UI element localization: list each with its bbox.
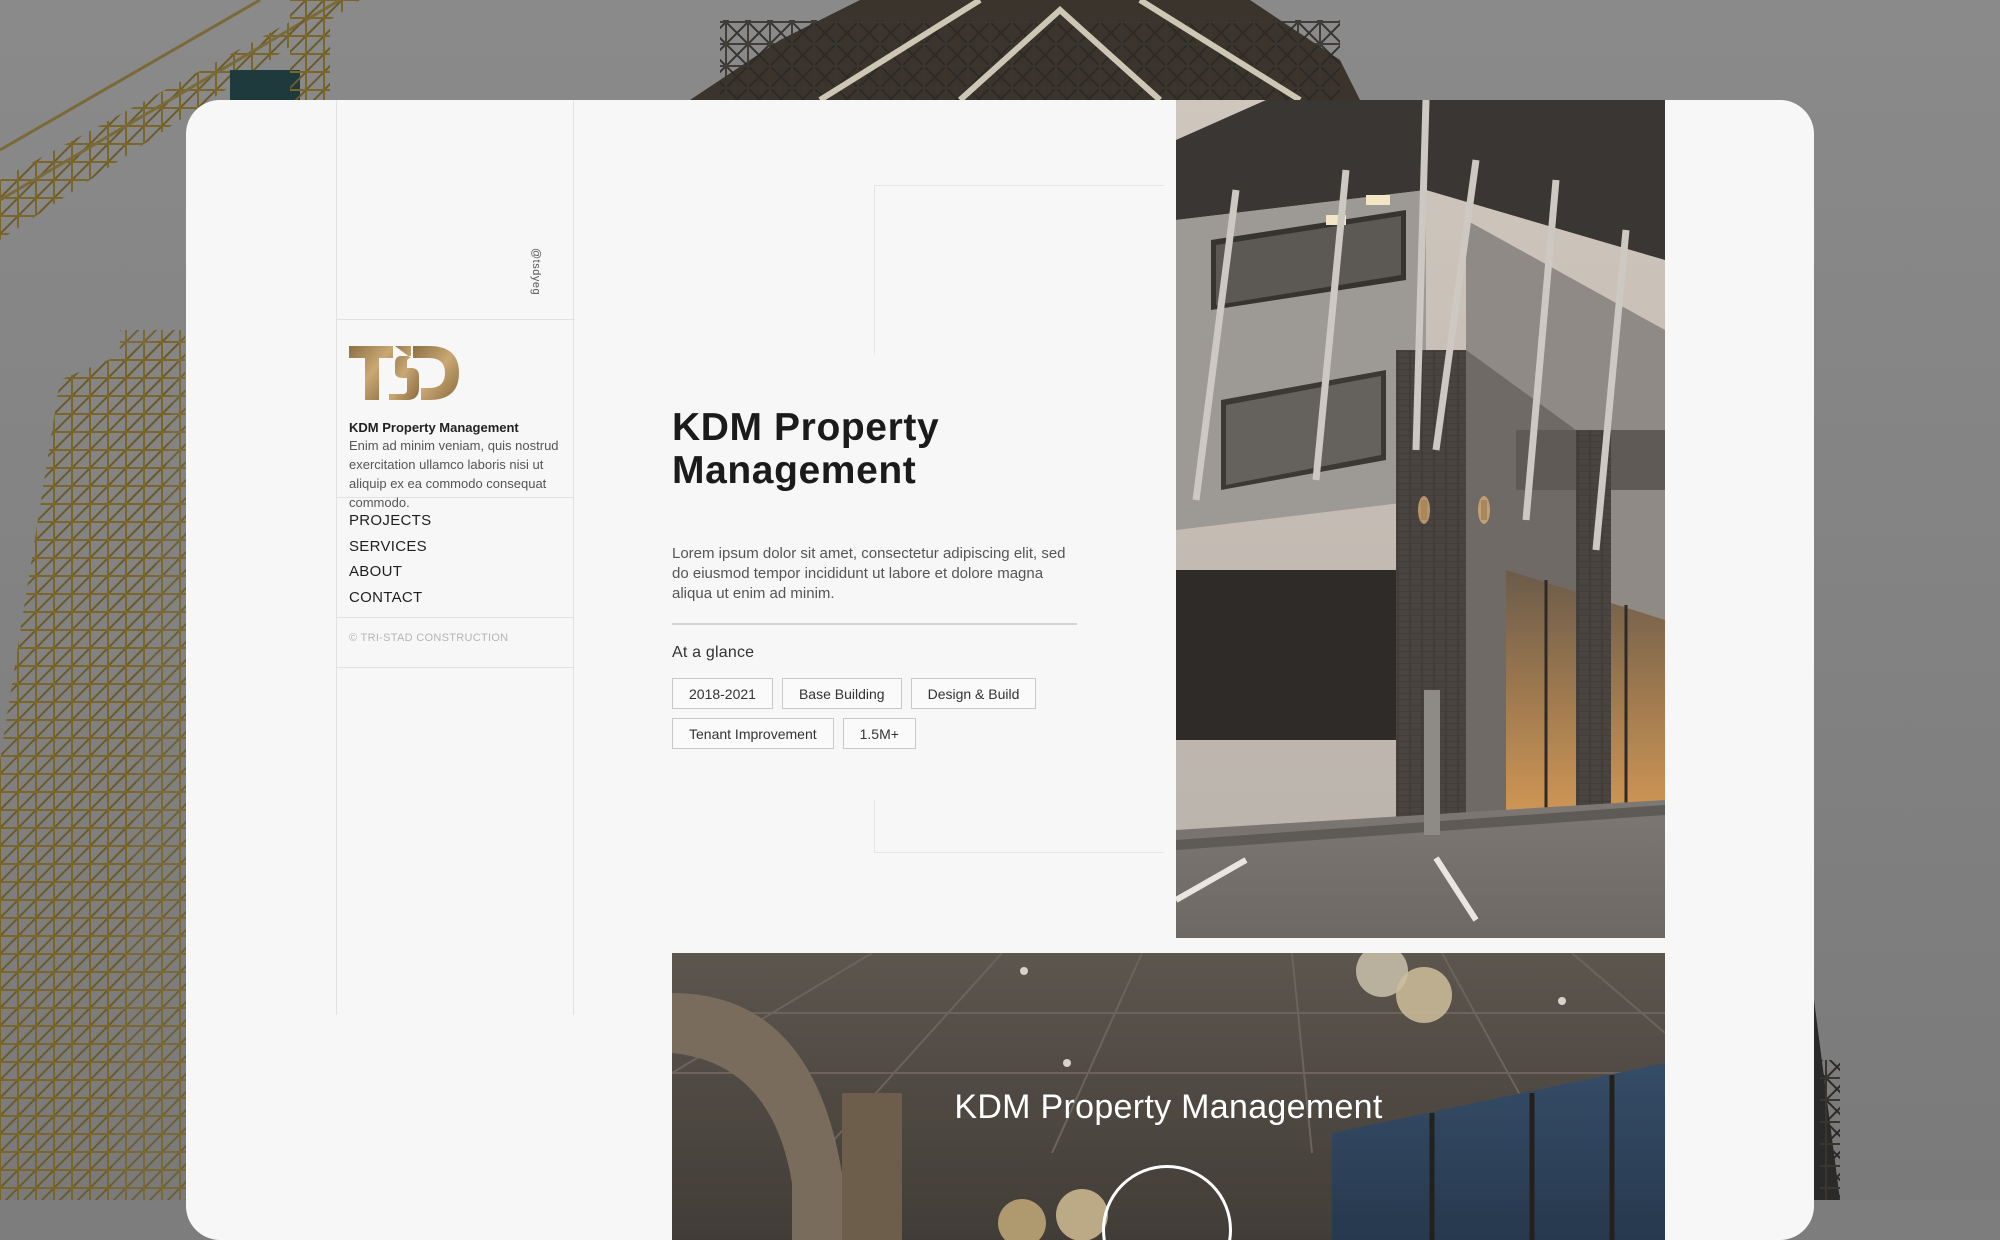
frame-line xyxy=(874,185,875,355)
tag-years[interactable]: 2018-2021 xyxy=(672,678,773,709)
divider xyxy=(672,623,1077,625)
brand-block: KDM Property Management Enim ad minim ve… xyxy=(337,320,573,510)
sidebar: @tsdyeg KDM Property Management Enim ad … xyxy=(336,100,574,1015)
video-title: KDM Property Management xyxy=(954,1088,1383,1126)
copyright: © TRI-STAD CONSTRUCTION xyxy=(337,618,573,668)
nav-item-contact[interactable]: CONTACT xyxy=(349,585,561,611)
page-title: KDM Property Management xyxy=(672,406,940,492)
tag-list: 2018-2021 Base Building Design & Build T… xyxy=(672,678,1092,749)
social-handle[interactable]: @tsdyeg xyxy=(530,248,542,295)
nav-item-about[interactable]: ABOUT xyxy=(349,559,561,585)
frame-line xyxy=(874,852,1164,853)
frame-line xyxy=(874,800,875,852)
project-card: @tsdyeg KDM Property Management Enim ad … xyxy=(186,100,1814,1240)
project-description: Lorem ipsum dolor sit amet, consectetur … xyxy=(672,545,1066,602)
tag-size[interactable]: 1.5M+ xyxy=(842,718,916,749)
main-nav: PROJECTS SERVICES ABOUT CONTACT xyxy=(337,498,573,618)
glance-heading: At a glance xyxy=(672,644,755,661)
building-photo xyxy=(1176,100,1665,938)
frame-line xyxy=(874,185,1164,186)
video-player[interactable]: KDM Property Management xyxy=(672,953,1665,1240)
tag-base-building[interactable]: Base Building xyxy=(781,678,902,709)
nav-item-projects[interactable]: PROJECTS xyxy=(349,508,561,534)
tsd-logo[interactable] xyxy=(349,342,459,404)
nav-item-services[interactable]: SERVICES xyxy=(349,534,561,560)
tag-tenant-improvement[interactable]: Tenant Improvement xyxy=(672,718,834,749)
brand-name: KDM Property Management xyxy=(349,420,519,435)
tag-design-build[interactable]: Design & Build xyxy=(910,678,1037,709)
sidebar-top: @tsdyeg xyxy=(337,100,573,320)
